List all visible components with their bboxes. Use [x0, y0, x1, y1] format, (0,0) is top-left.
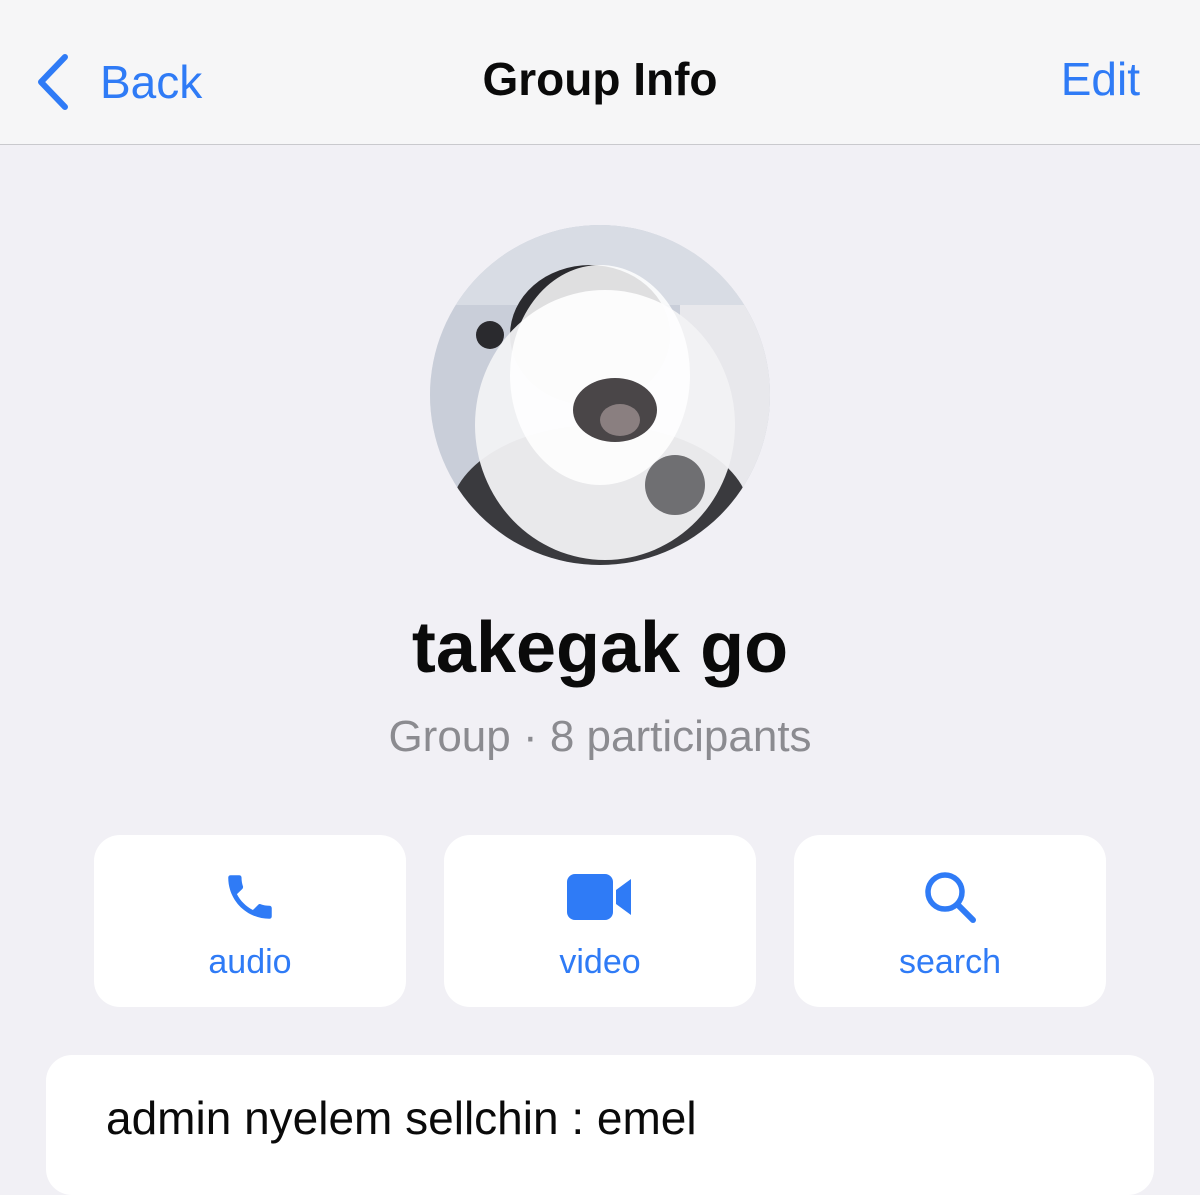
group-description-card[interactable]: admin nyelem sellchin : emel: [46, 1055, 1154, 1195]
page-title: Group Info: [482, 53, 718, 105]
group-participants-info: Group · 8 participants: [388, 712, 812, 761]
audio-label: audio: [208, 943, 292, 981]
search-icon: [925, 872, 976, 923]
phone-icon: [228, 875, 272, 919]
navigation-bar: Back Group Info Edit: [0, 0, 1200, 145]
video-camera-icon: [567, 874, 631, 920]
edit-button[interactable]: Edit: [1061, 56, 1140, 102]
video-label: video: [559, 943, 641, 981]
group-description: admin nyelem sellchin : emel: [106, 1092, 697, 1144]
search-button[interactable]: search: [794, 835, 1106, 1007]
search-label: search: [898, 943, 1002, 981]
audio-call-button[interactable]: audio: [94, 835, 406, 1007]
group-name: takegak go: [411, 608, 789, 688]
video-call-button[interactable]: video: [444, 835, 756, 1007]
group-avatar[interactable]: [430, 225, 770, 565]
avatar-image: [430, 225, 770, 565]
